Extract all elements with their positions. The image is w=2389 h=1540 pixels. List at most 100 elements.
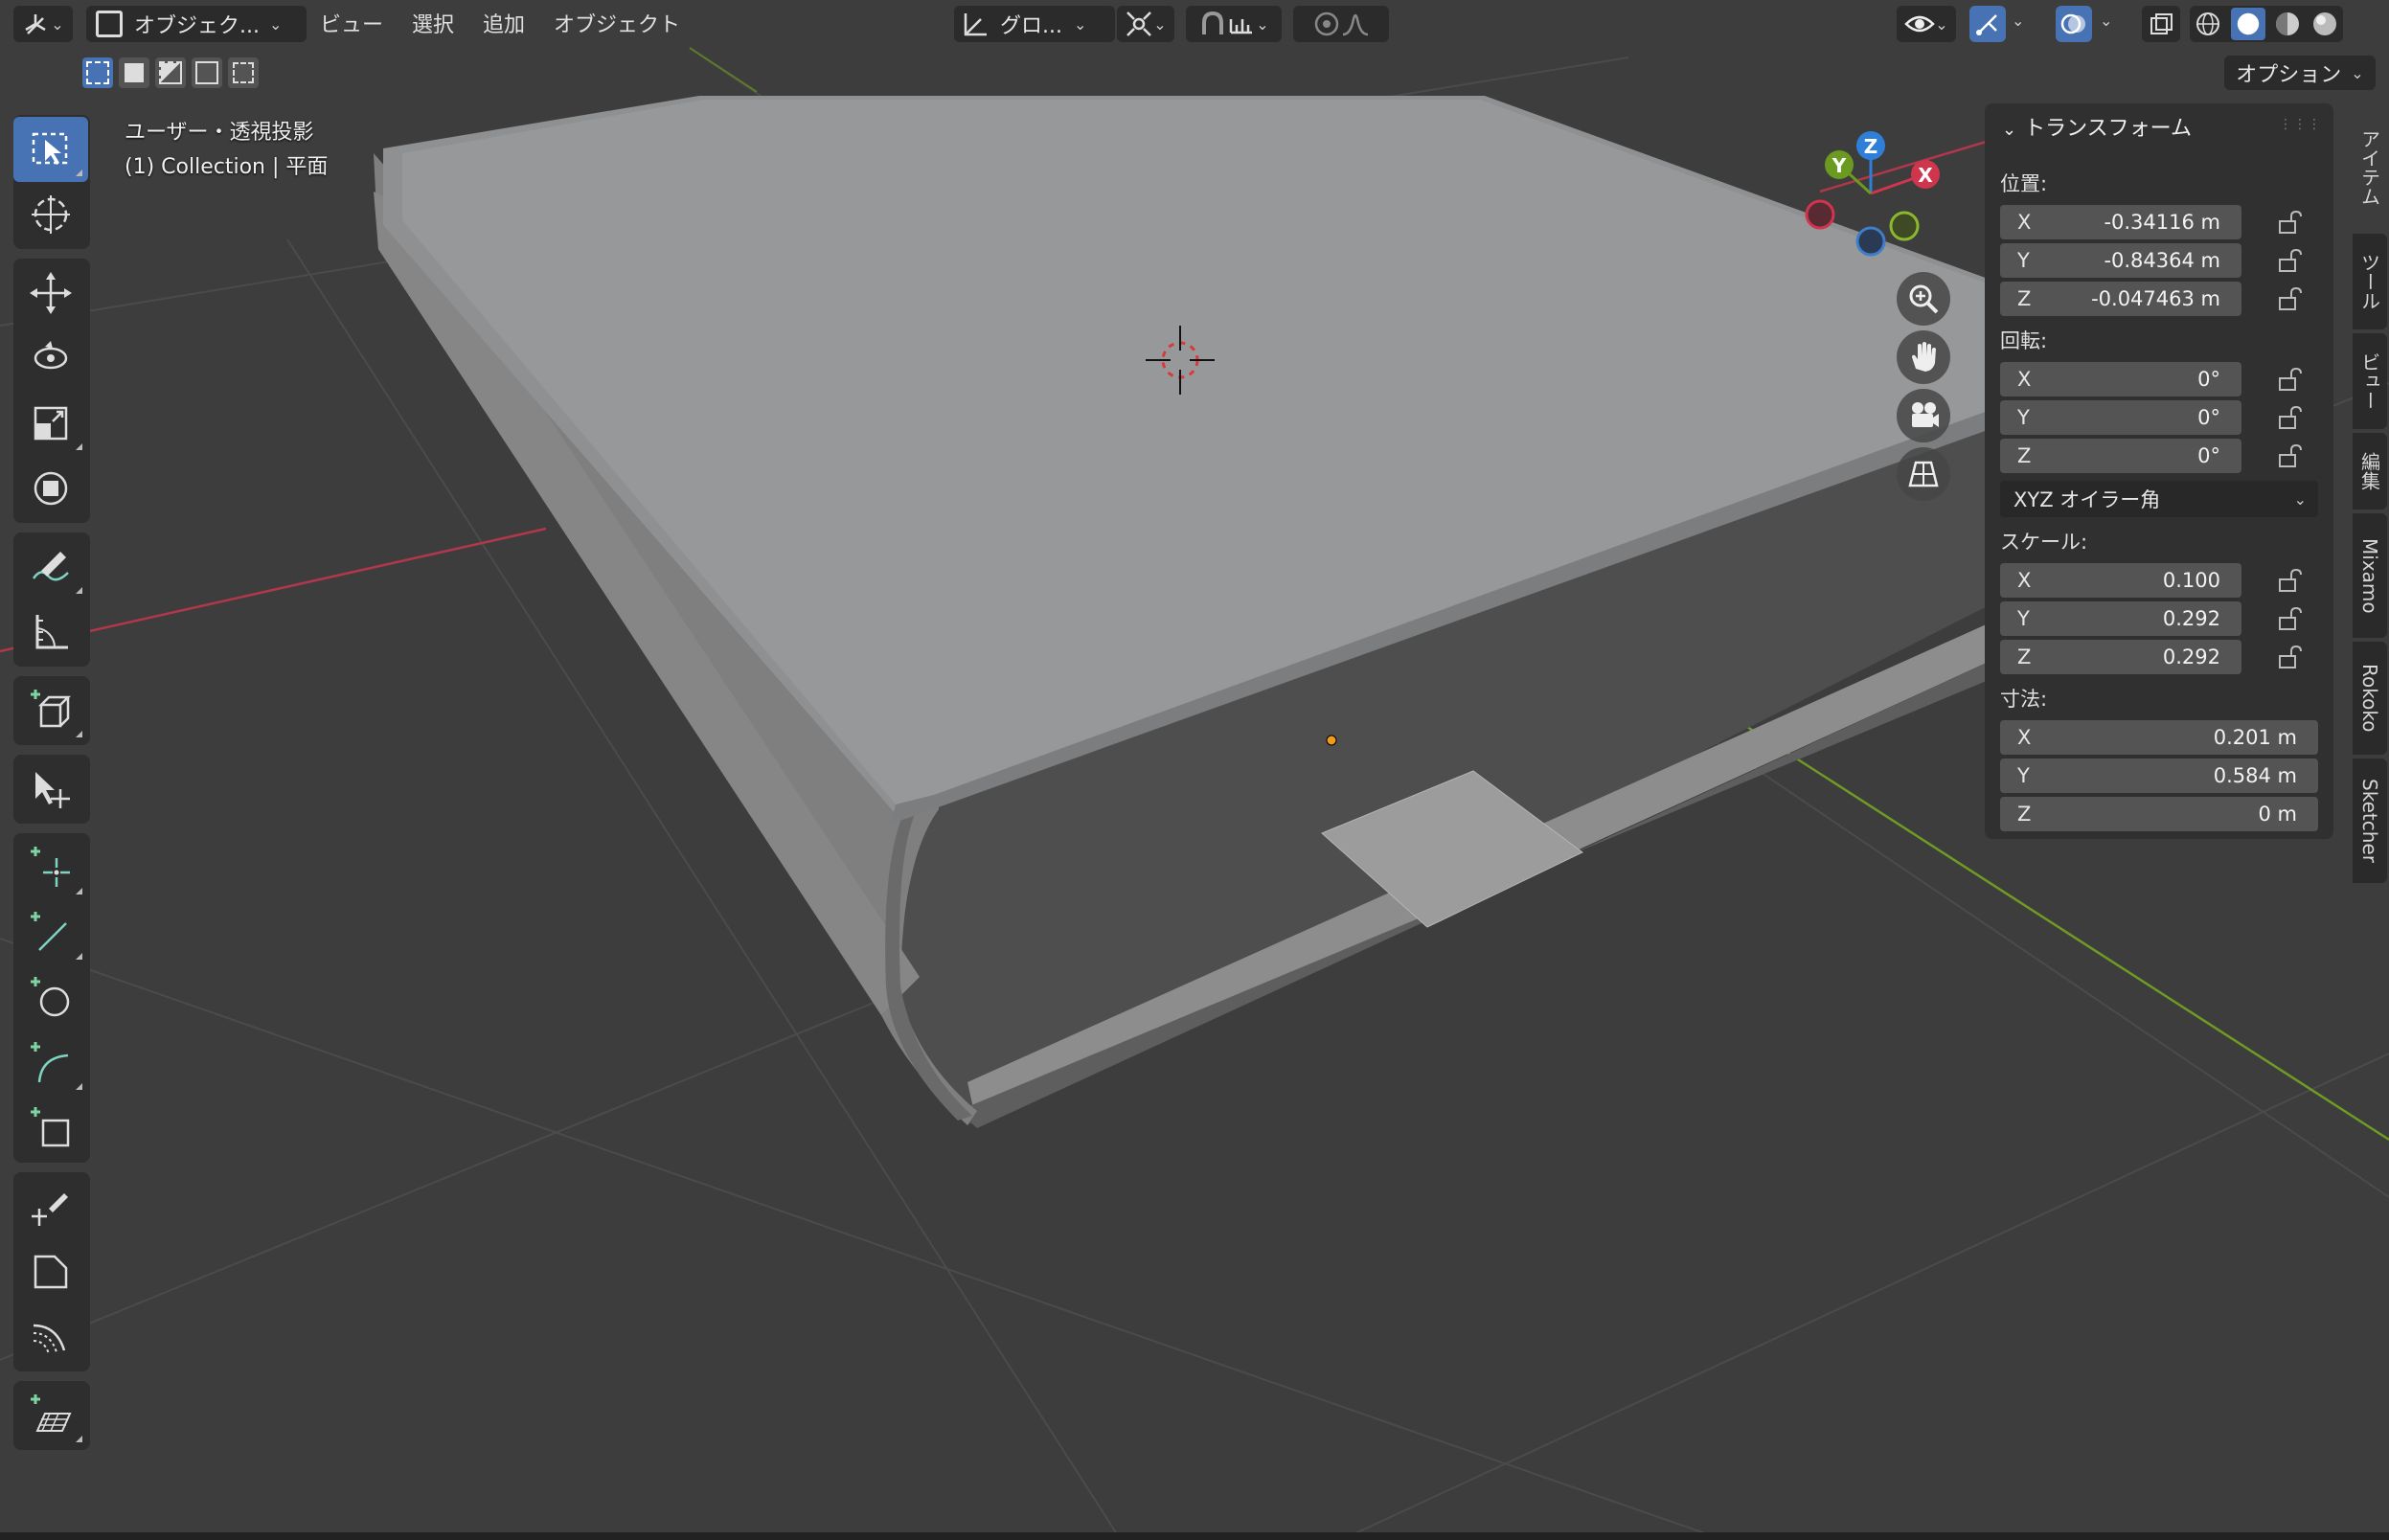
lock-icon[interactable] — [2276, 442, 2303, 469]
mode-label: オブジェク... — [134, 14, 260, 38]
tool-group-annotate — [13, 532, 90, 667]
select-invert-button[interactable] — [192, 57, 222, 88]
tool-variant-indicator — [76, 888, 82, 895]
camera-view-button[interactable] — [1897, 389, 1950, 442]
location-z-field[interactable]: Z -0.047463 m — [2000, 282, 2241, 316]
add-cube-tool[interactable] — [13, 678, 88, 743]
dimensions-y-field[interactable]: Y 0.584 m — [2000, 759, 2318, 793]
tab-item[interactable]: アイテム — [2353, 105, 2387, 230]
navigation-gizmo[interactable]: Z X Y — [1801, 125, 1954, 268]
tab-view[interactable]: ビュー — [2353, 333, 2387, 429]
lock-icon[interactable] — [2276, 605, 2303, 632]
scale-z-field[interactable]: Z 0.292 — [2000, 640, 2241, 674]
tab-rokoko[interactable]: Rokoko — [2353, 642, 2387, 755]
overlay-toggle-button[interactable] — [2056, 6, 2092, 42]
select-box-icon — [32, 132, 68, 165]
measure-tool[interactable] — [13, 600, 88, 665]
rotate-tool[interactable] — [13, 326, 88, 391]
add-arc-tool[interactable] — [13, 1030, 88, 1096]
zoom-button[interactable] — [1897, 272, 1950, 326]
dimensions-z-field[interactable]: Z 0 m — [2000, 797, 2318, 831]
solid-shading-button[interactable] — [2230, 8, 2265, 40]
cursor-tool[interactable] — [13, 182, 88, 247]
pen-draw-tool[interactable] — [13, 1174, 88, 1239]
lock-icon[interactable] — [2276, 366, 2303, 393]
tab-label: Sketcher — [2358, 779, 2381, 863]
editor-type-button[interactable]: ⌄ — [13, 6, 73, 42]
add-rectangle-tool[interactable] — [13, 1096, 88, 1161]
rotation-mode-dropdown[interactable]: XYZ オイラー角 ⌄ — [2000, 481, 2318, 517]
mode-selector[interactable]: オブジェク... ⌄ — [86, 6, 307, 42]
dimensions-x-field[interactable]: X 0.201 m — [2000, 720, 2318, 755]
rotation-y-field[interactable]: Y 0° — [2000, 400, 2241, 435]
select-mode-buttons — [82, 57, 259, 88]
add-grid-tool[interactable] — [13, 1383, 88, 1448]
pen-icon — [32, 1193, 68, 1226]
lock-icon[interactable] — [2276, 285, 2303, 312]
gizmo-toggle-button[interactable] — [1969, 6, 2006, 42]
move-with-cursor-tool[interactable] — [13, 757, 88, 822]
menu-select[interactable]: 選択 — [412, 8, 454, 38]
select-intersect-button[interactable] — [228, 57, 259, 88]
overlay-chevron-icon[interactable]: ⌄ — [2100, 11, 2112, 30]
overlay-icon — [2060, 13, 2085, 34]
tab-mixamo[interactable]: Mixamo — [2353, 513, 2387, 638]
lock-icon[interactable] — [2276, 209, 2303, 236]
scale-x-field[interactable]: X 0.100 — [2000, 563, 2241, 598]
gizmo-neg-y[interactable] — [1889, 211, 1920, 241]
add-circle-tool[interactable] — [13, 965, 88, 1030]
tab-edit[interactable]: 編集 — [2353, 433, 2387, 510]
snap-controls[interactable]: ⌄ — [1186, 6, 1282, 42]
pivot-point-dropdown[interactable]: ⌄ — [1117, 6, 1174, 42]
visibility-dropdown[interactable]: ⌄ — [1897, 6, 1956, 42]
select-new-button[interactable] — [82, 57, 113, 88]
add-line-tool[interactable] — [13, 900, 88, 965]
material-shading-icon[interactable] — [2273, 10, 2302, 38]
lock-icon[interactable] — [2276, 567, 2303, 594]
gizmo-neg-z[interactable] — [1855, 226, 1886, 257]
transform-tool[interactable] — [13, 456, 88, 521]
add-point-tool[interactable] — [13, 835, 88, 900]
gizmo-chevron-icon[interactable]: ⌄ — [2012, 11, 2024, 30]
solid-shading-icon — [2237, 12, 2259, 35]
menu-object[interactable]: オブジェクト — [554, 8, 680, 38]
select-extend-button[interactable] — [119, 57, 149, 88]
xray-toggle-button[interactable] — [2142, 6, 2180, 42]
perspective-toggle-button[interactable] — [1897, 447, 1950, 501]
lock-icon[interactable] — [2276, 404, 2303, 431]
tab-label: アイテム — [2357, 129, 2381, 206]
select-subtract-button[interactable] — [155, 57, 186, 88]
rotation-z-field[interactable]: Z 0° — [2000, 439, 2241, 473]
scale-y-field[interactable]: Y 0.292 — [2000, 601, 2241, 636]
proportional-edit-icon — [1314, 11, 1339, 36]
lock-icon[interactable] — [2276, 247, 2303, 274]
tab-sketcher[interactable]: Sketcher — [2353, 759, 2387, 883]
location-y-field[interactable]: Y -0.84364 m — [2000, 243, 2241, 278]
transform-orientation-dropdown[interactable]: グロ... ⌄ — [954, 6, 1115, 42]
wireframe-shading-icon[interactable] — [2194, 10, 2222, 38]
lock-icon[interactable] — [2276, 644, 2303, 670]
scale-label: スケール: — [2000, 531, 2088, 554]
proportional-editing-controls[interactable] — [1293, 6, 1389, 42]
gizmo-neg-x[interactable] — [1805, 199, 1835, 230]
bevel-tool[interactable] — [13, 1239, 88, 1304]
scale-tool[interactable] — [13, 391, 88, 456]
menu-add[interactable]: 追加 — [483, 8, 525, 38]
move-tool[interactable] — [13, 260, 88, 326]
drag-handle-icon[interactable]: ⋮⋮⋮ — [2279, 117, 2322, 132]
transform-panel-header[interactable]: ⌄ トランスフォーム — [2002, 111, 2192, 142]
orientation-label: グロ... — [1000, 14, 1062, 38]
rendered-shading-icon[interactable] — [2310, 10, 2339, 38]
annotate-tool[interactable] — [13, 534, 88, 600]
shading-mode-buttons[interactable] — [2190, 6, 2343, 42]
spin-tool[interactable] — [13, 1304, 88, 1370]
rotation-x-field[interactable]: X 0° — [2000, 362, 2241, 396]
pan-button[interactable] — [1897, 330, 1950, 384]
select-box-tool[interactable] — [13, 117, 88, 182]
chevron-down-icon: ⌄ — [268, 14, 283, 34]
chevron-down-icon: ⌄ — [2351, 63, 2364, 82]
menu-view[interactable]: ビュー — [320, 8, 383, 38]
tab-tool[interactable]: ツール — [2353, 234, 2387, 329]
options-dropdown[interactable]: オプション ⌄ — [2224, 56, 2376, 90]
location-x-field[interactable]: X -0.34116 m — [2000, 205, 2241, 239]
